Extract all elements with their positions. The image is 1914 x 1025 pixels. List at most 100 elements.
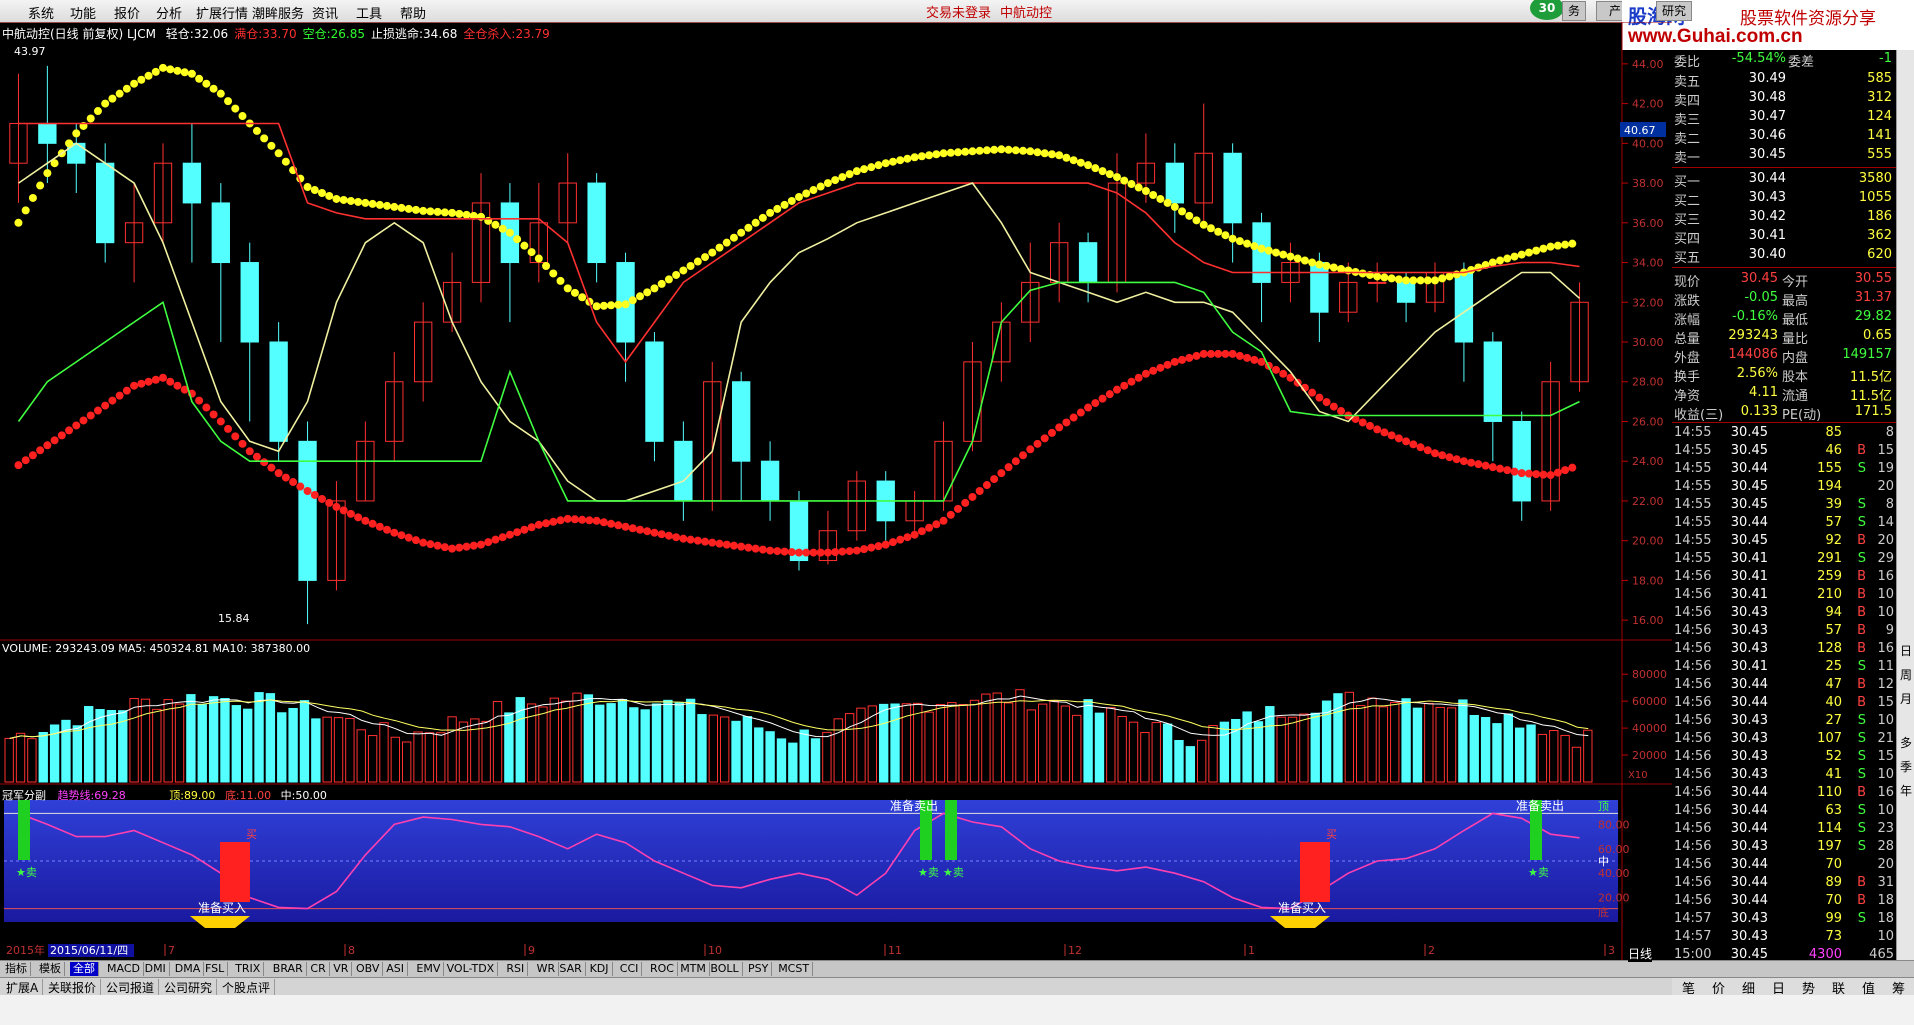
- menu-info[interactable]: 资讯: [312, 3, 338, 22]
- notice-badge[interactable]: 30: [1530, 0, 1564, 20]
- volume-bar: [458, 721, 469, 783]
- series-dot: [744, 223, 753, 232]
- menu-help[interactable]: 帮助: [400, 3, 426, 22]
- tick-price: 30.45: [1730, 443, 1768, 458]
- indicator-tab-21[interactable]: MTM: [677, 962, 710, 976]
- bottom-tab-comment[interactable]: 个股点评: [218, 979, 276, 996]
- indicator-tab-22[interactable]: BOLL: [707, 962, 743, 976]
- vbar-year[interactable]: 年: [1898, 782, 1914, 799]
- indicator-tab-19[interactable]: CCI: [617, 962, 643, 976]
- bid-label: 买三: [1674, 213, 1701, 228]
- vbar-season[interactable]: 季: [1898, 758, 1914, 775]
- tick-side: S: [1857, 839, 1866, 854]
- indicator-tab-23[interactable]: PSY: [745, 962, 773, 976]
- ask-row[interactable]: 卖二 30.46 141: [1672, 127, 1896, 147]
- bid-price: 30.41: [1748, 228, 1786, 243]
- tick-time: 14:57: [1674, 929, 1712, 944]
- volume-bar: [1344, 691, 1354, 783]
- volume-bar: [1162, 723, 1173, 783]
- indicator-tab-4[interactable]: DMI: [142, 962, 170, 976]
- series-dot: [43, 169, 52, 178]
- ask-row[interactable]: 卖五 30.49 585: [1672, 70, 1896, 90]
- volume-bar: [254, 692, 264, 783]
- indicator-tab-24[interactable]: MCST: [775, 962, 814, 976]
- bottom-tab-ext[interactable]: 扩展A: [2, 979, 44, 996]
- top-btn-research[interactable]: 研究: [1656, 1, 1692, 21]
- indicator-tab-14[interactable]: VOL-TDX: [444, 962, 499, 976]
- vbar-multi[interactable]: 多: [1898, 734, 1914, 751]
- tick-count: 19: [1877, 461, 1894, 476]
- indicator-tab-5[interactable]: DMA: [172, 962, 205, 976]
- tick-count: 31: [1877, 875, 1894, 890]
- indicator-tab-12[interactable]: ASI: [383, 962, 408, 976]
- volume-bar: [1026, 709, 1036, 783]
- series-dot: [874, 542, 883, 551]
- indicator-tab-2[interactable]: 全部: [70, 962, 99, 976]
- vbar-month[interactable]: 月: [1898, 690, 1914, 707]
- vbar-day[interactable]: 日: [1898, 642, 1914, 659]
- menu-tools[interactable]: 工具: [356, 3, 382, 22]
- indicator-tab-10[interactable]: VR: [330, 962, 353, 976]
- series-dot: [1062, 418, 1071, 427]
- login-status[interactable]: 交易未登录: [926, 2, 991, 21]
- series-dot: [1380, 428, 1389, 437]
- volume-bar: [424, 732, 435, 783]
- stat-value: 0.133: [1740, 404, 1778, 419]
- bid-row[interactable]: 买三 30.42 186: [1672, 208, 1896, 228]
- vbar-week[interactable]: 周: [1898, 666, 1914, 683]
- indicator-tab-1[interactable]: 模板: [36, 962, 65, 976]
- series-dot: [701, 537, 710, 546]
- menu-service[interactable]: 潮眸服务: [252, 3, 304, 22]
- bottom-tab-research[interactable]: 公司研究: [160, 979, 218, 996]
- indicator-tab-16[interactable]: WR: [534, 962, 560, 976]
- bid-row[interactable]: 买五 30.40 620: [1672, 246, 1896, 266]
- series-dot: [1026, 445, 1035, 454]
- tick-vol: 40: [1825, 695, 1842, 710]
- indicator-tick-label: 底: [1598, 905, 1609, 919]
- series-dot: [1127, 180, 1136, 189]
- series-dot: [917, 527, 926, 536]
- ask-row[interactable]: 卖三 30.47 124: [1672, 108, 1896, 128]
- ask-row[interactable]: 卖四 30.48 312: [1672, 89, 1896, 109]
- series-dot: [101, 99, 110, 108]
- bottom-tab-news[interactable]: 公司报道: [102, 979, 160, 996]
- tick-count: 18: [1877, 911, 1894, 926]
- indicator-tab-8[interactable]: BRAR: [270, 962, 307, 976]
- menu-ext-market[interactable]: 扩展行情: [196, 3, 248, 22]
- series-dot: [910, 153, 919, 162]
- volume-title: VOLUME: 293243.09 MA5: 450324.81 MA10: 3…: [2, 642, 311, 655]
- bottom-tab-related[interactable]: 关联报价: [44, 979, 102, 996]
- series-dot: [860, 165, 869, 174]
- indicator-tab-0[interactable]: 指标: [2, 962, 31, 976]
- series-dot: [1452, 270, 1461, 279]
- period-label[interactable]: 日线: [1628, 945, 1653, 962]
- menu-function[interactable]: 功能: [70, 3, 96, 22]
- indicator-tab-15[interactable]: RSI: [503, 962, 529, 976]
- candlestick-chart[interactable]: 44.00 42.00 40.00 38.00 36.00 34.00 32.00 30.00…: [0, 22, 1672, 962]
- series-dot: [505, 228, 514, 237]
- quote-panel: 委比 -54.54% 委差 -1 卖五 30.49 585 卖四 30.48 312 卖三 30.47…: [1672, 50, 1896, 980]
- indicator-tab-18[interactable]: KDJ: [587, 962, 613, 976]
- series-dot: [1163, 198, 1172, 207]
- indicator-tab-7[interactable]: TRIX: [232, 962, 265, 976]
- bid-row[interactable]: 买一 30.44 3580: [1672, 170, 1896, 190]
- series-dot: [1149, 190, 1158, 199]
- top-btn-service[interactable]: 务: [1562, 1, 1586, 21]
- volume-bar: [1094, 712, 1105, 783]
- indicator-tab-11[interactable]: OBV: [353, 962, 384, 976]
- menu-quote[interactable]: 报价: [114, 3, 140, 22]
- indicator-tab-20[interactable]: ROC: [647, 962, 678, 976]
- menu-analysis[interactable]: 分析: [156, 3, 182, 22]
- bid-row[interactable]: 买二 30.43 1055: [1672, 189, 1896, 209]
- indicator-tab-6[interactable]: FSL: [202, 962, 229, 976]
- bid-row[interactable]: 买四 30.41 362: [1672, 227, 1896, 247]
- indicator-tab-9[interactable]: CR: [307, 962, 330, 976]
- menu-system[interactable]: 系统: [28, 3, 54, 22]
- volume-bar: [640, 709, 650, 783]
- ask-row[interactable]: 卖一 30.45 555: [1672, 146, 1896, 166]
- ask-label: 卖二: [1674, 132, 1701, 147]
- indicator-tab-17[interactable]: SAR: [556, 962, 586, 976]
- indicator-tab-13[interactable]: EMV: [413, 962, 445, 976]
- series-dot: [1084, 161, 1093, 170]
- indicator-tab-3[interactable]: MACD: [104, 962, 144, 976]
